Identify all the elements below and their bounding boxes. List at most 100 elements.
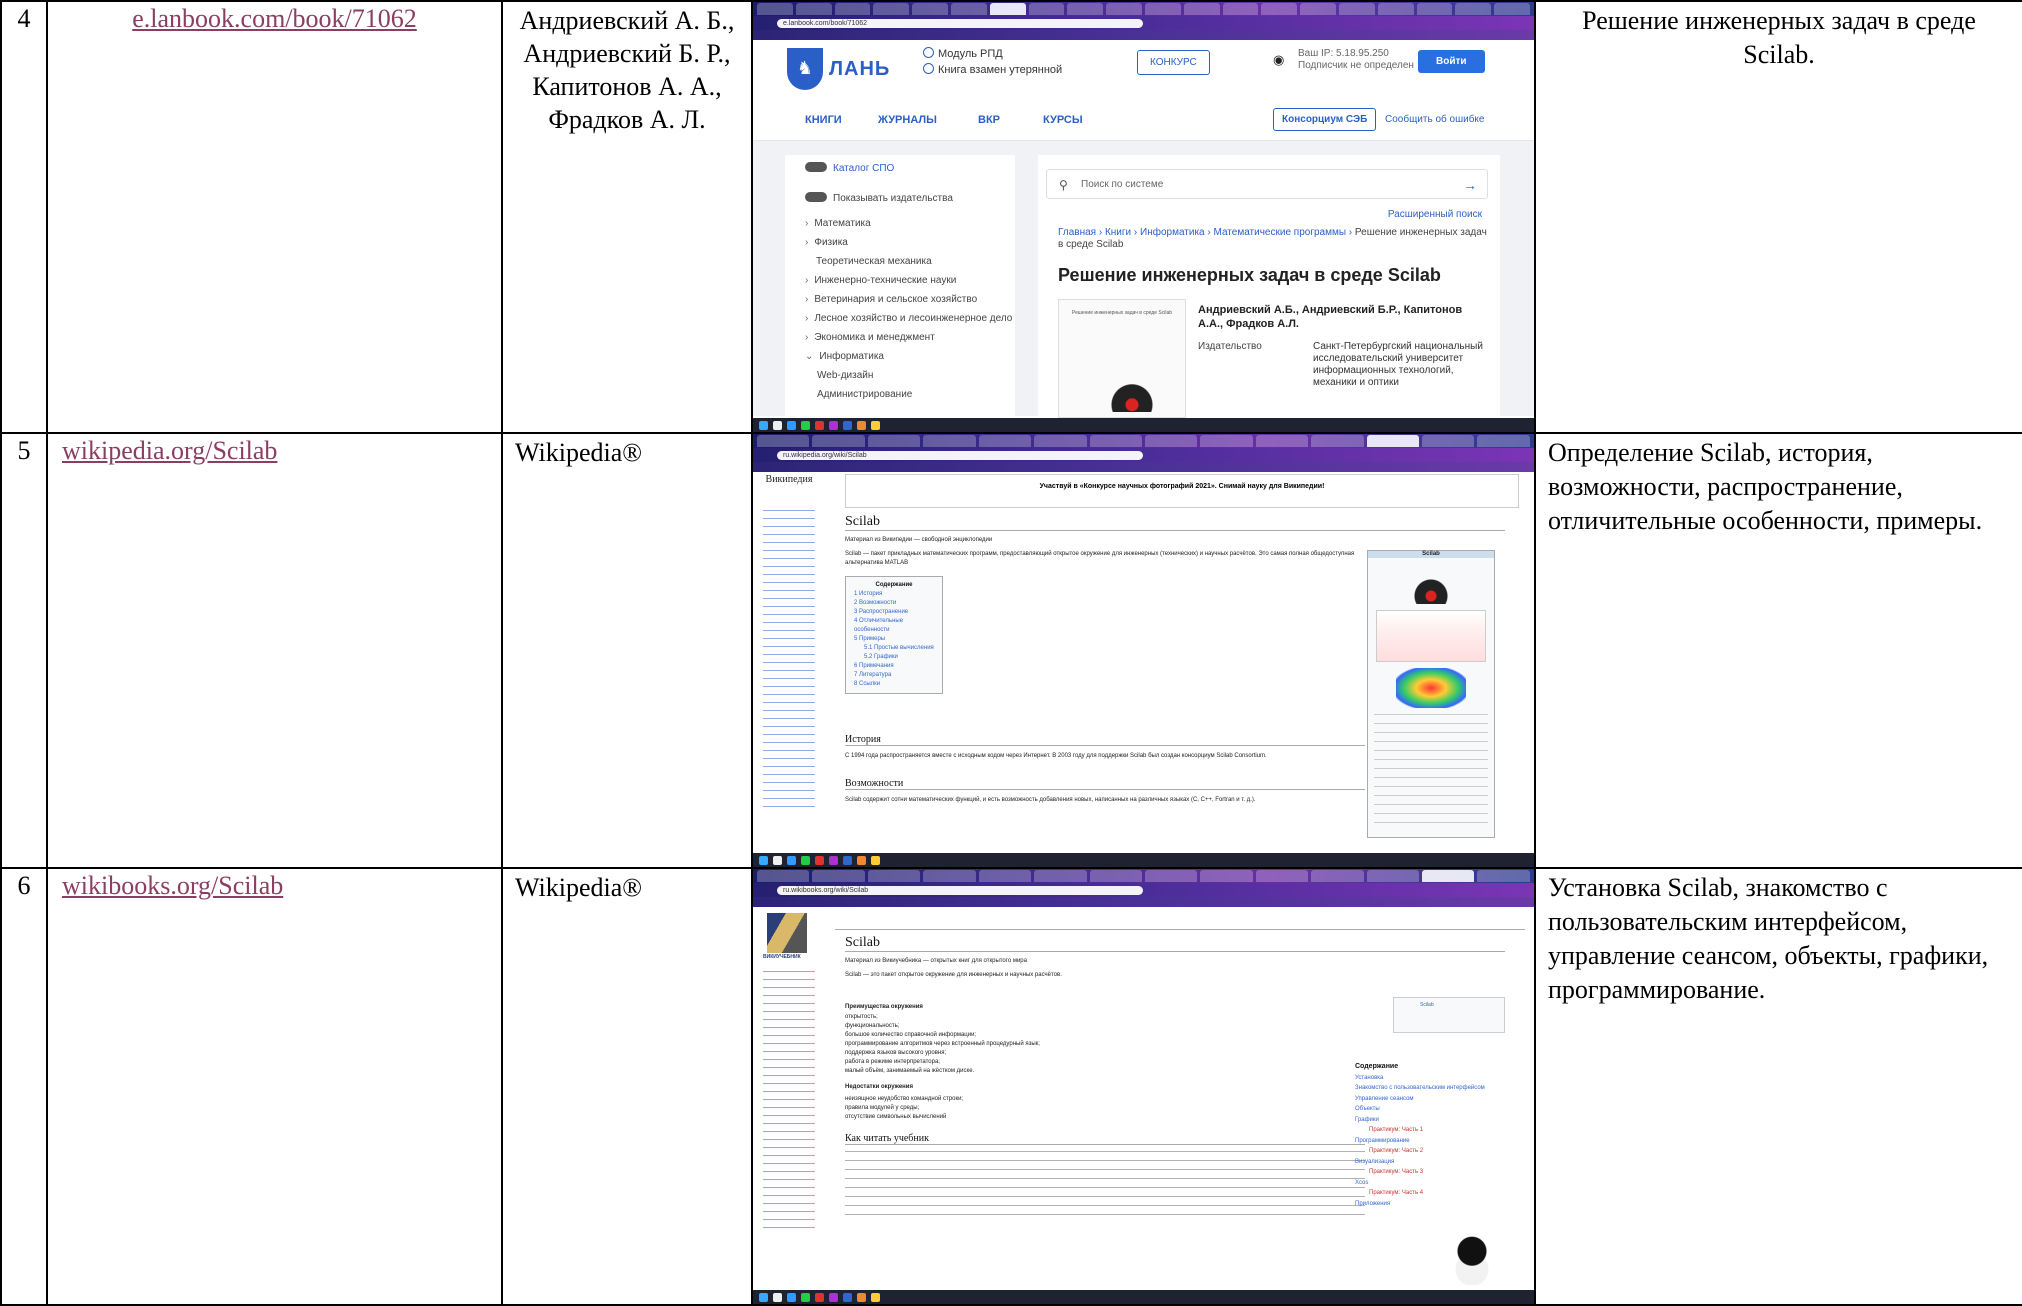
wikibooks-logo-icon[interactable] [767, 913, 807, 953]
advanced-search-link[interactable]: Расширенный поиск [1388, 209, 1482, 220]
sidebar-item-forestry[interactable]: › Лесное хозяйство и лесоинженерное дело [785, 309, 1015, 328]
sidebar-item-informatics[interactable]: ⌄ Информатика [785, 347, 1015, 366]
url-field[interactable]: ru.wikipedia.org/wiki/Scilab [777, 450, 1143, 460]
app-icon[interactable] [829, 420, 838, 430]
list-item: большое количество справочной информации… [845, 1032, 977, 1038]
sidebar-item-veterinary[interactable]: › Ветеринария и сельское хозяйство [785, 290, 1015, 309]
article-intro: Scilab — пакет прикладных математических… [845, 551, 1355, 566]
wikibooks-logo-text[interactable]: ВИКИУЧЕБНИК [763, 953, 833, 961]
arrow-right-icon[interactable]: → [1463, 170, 1477, 200]
konkurs-button[interactable]: КОНКУРС [1137, 50, 1210, 75]
toc-item[interactable]: Xcos [1355, 1178, 1505, 1189]
row-number: 5 [0, 432, 48, 869]
app-icon[interactable] [857, 420, 866, 430]
source-link[interactable]: e.lanbook.com/book/71062 [132, 4, 417, 33]
toc-item[interactable]: 5.1 Простые вычисления [854, 644, 934, 653]
folder-icon[interactable] [871, 855, 880, 865]
breadcrumb: Главная › Книги › Информатика › Математи… [1058, 227, 1487, 250]
app-icon[interactable] [815, 420, 824, 430]
app-icon[interactable] [801, 855, 810, 865]
windows-icon[interactable] [759, 1292, 768, 1302]
nav-courses[interactable]: КУРСЫ [1043, 114, 1083, 126]
app-icon[interactable] [801, 420, 810, 430]
publishers-toggle[interactable]: Показывать издательства [785, 189, 1015, 208]
contest-banner[interactable]: Участвуй в «Конкурсе научных фотографий … [845, 474, 1519, 508]
search-input[interactable]: ⚲ Поиск по системе → [1046, 169, 1488, 199]
toc-item[interactable]: 6 Примечания [854, 662, 934, 671]
folder-icon[interactable] [871, 420, 880, 430]
app-icon[interactable] [843, 420, 852, 430]
app-icon[interactable] [829, 1292, 838, 1302]
url-field[interactable]: ru.wikibooks.org/wiki/Scilab [777, 885, 1143, 895]
sidebar-item-physics[interactable]: › Физика [785, 233, 1015, 252]
url-field[interactable]: e.lanbook.com/book/71062 [777, 18, 1143, 28]
report-error-link[interactable]: Сообщить об ошибке [1385, 114, 1484, 125]
eye-icon[interactable]: ◉ [1273, 52, 1284, 68]
app-icon[interactable] [843, 855, 852, 865]
app-icon[interactable] [787, 420, 796, 430]
app-icon[interactable] [787, 855, 796, 865]
toc-item[interactable]: Приложения [1355, 1199, 1505, 1210]
sidebar-item-mechanics[interactable]: Теоретическая механика [785, 252, 1015, 271]
sidebar-item-admin[interactable]: Администрирование [785, 385, 1015, 404]
toc-item[interactable]: 5 Примеры [854, 635, 934, 644]
app-icon[interactable] [815, 1292, 824, 1302]
breadcrumb-item[interactable]: Математические программы [1214, 227, 1347, 238]
app-icon[interactable] [829, 855, 838, 865]
login-button[interactable]: Войти [1418, 50, 1485, 73]
app-icon[interactable] [801, 1292, 810, 1302]
app-icon[interactable] [843, 1292, 852, 1302]
toc-item[interactable]: Установка [1355, 1073, 1505, 1084]
source-link[interactable]: wikipedia.org/Scilab [62, 436, 277, 465]
toc-item[interactable]: 5.2 Графики [854, 653, 934, 662]
app-icon[interactable] [857, 1292, 866, 1302]
windows-icon[interactable] [759, 420, 768, 430]
search-icon[interactable] [773, 1292, 782, 1302]
toc-item[interactable]: 2 Возможности [854, 599, 934, 608]
toc-item[interactable]: 3 Распространение [854, 608, 934, 617]
toc-item[interactable]: 1 История [854, 590, 934, 599]
nav-journals[interactable]: ЖУРНАЛЫ [878, 114, 937, 126]
consortium-button[interactable]: Консорциум СЭБ [1273, 108, 1377, 131]
app-icon[interactable] [815, 855, 824, 865]
toc-item[interactable]: Практикум: Часть 3 [1355, 1167, 1505, 1178]
nav-vkr[interactable]: ВКР [978, 114, 1000, 126]
sidebar-item-economics[interactable]: › Экономика и менеджмент [785, 328, 1015, 347]
lost-book-link[interactable]: Книга взамен утерянной [938, 64, 1062, 76]
breadcrumb-item[interactable]: Информатика [1140, 227, 1205, 238]
sidebar-item-engineering[interactable]: › Инженерно-технические науки [785, 271, 1015, 290]
toc-item[interactable]: Знакомство с пользовательским интерфейсо… [1355, 1083, 1505, 1094]
nav-books[interactable]: КНИГИ [805, 114, 842, 126]
list-item: отсутствие символьных вычислений [845, 1114, 947, 1120]
sidebar-item-math[interactable]: › Математика [785, 214, 1015, 233]
toc-item[interactable]: Практикум: Часть 2 [1355, 1146, 1505, 1157]
toc-item[interactable]: Практикум: Часть 4 [1355, 1188, 1505, 1199]
wikipedia-logo[interactable]: Википедия [763, 475, 815, 506]
rpd-link[interactable]: Модуль РПД [938, 48, 1003, 60]
deer-logo-icon[interactable]: ♞ [787, 48, 823, 90]
sidebar-links[interactable] [763, 971, 815, 1231]
windows-icon[interactable] [759, 855, 768, 865]
source-link[interactable]: wikibooks.org/Scilab [62, 871, 283, 900]
app-icon[interactable] [857, 855, 866, 865]
sidebar-links[interactable] [763, 510, 815, 810]
toc-item[interactable]: Графики [1355, 1115, 1505, 1126]
list-item: малый объём, занимаемый на жёстком диске… [845, 1068, 975, 1074]
app-icon[interactable] [787, 1292, 796, 1302]
breadcrumb-item[interactable]: Главная [1058, 227, 1096, 238]
folder-icon[interactable] [871, 1292, 880, 1302]
toc-item[interactable]: 7 Литература [854, 671, 934, 680]
search-icon[interactable] [773, 420, 782, 430]
search-icon[interactable] [773, 855, 782, 865]
toc-item[interactable]: Практикум: Часть 1 [1355, 1125, 1505, 1136]
toc-item[interactable]: 4 Отличительные особенности [854, 617, 934, 635]
sidebar-item-webdesign[interactable]: Web-дизайн [785, 366, 1015, 385]
toc-item[interactable]: Объекты [1355, 1104, 1505, 1115]
toc-item[interactable]: 8 Ссылки [854, 680, 934, 689]
wikipedia-note[interactable]: Scilab [1393, 997, 1505, 1033]
toc-item[interactable]: Управление сеансом [1355, 1094, 1505, 1105]
breadcrumb-item[interactable]: Книги [1105, 227, 1131, 238]
catalog-toggle[interactable]: Каталог СПО [785, 159, 1015, 178]
toc-item[interactable]: Программирование [1355, 1136, 1505, 1147]
toc-item[interactable]: Визуализация [1355, 1157, 1505, 1168]
